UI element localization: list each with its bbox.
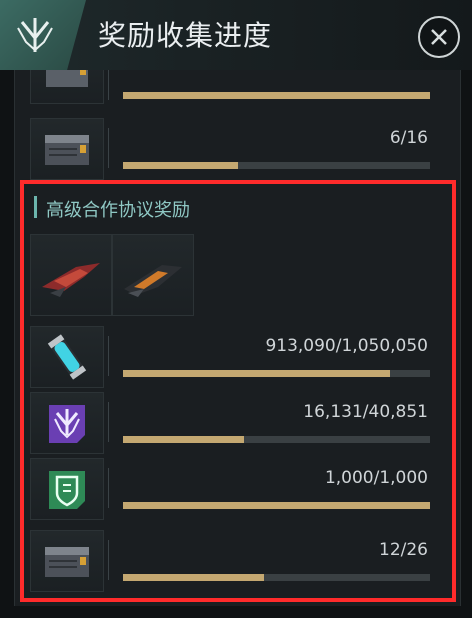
close-button[interactable] bbox=[418, 16, 460, 58]
progress-bar bbox=[123, 162, 430, 169]
progress-bar bbox=[123, 92, 430, 99]
crate-icon bbox=[30, 70, 104, 104]
faction-logo-icon bbox=[17, 18, 53, 52]
crate-icon bbox=[30, 118, 104, 180]
row-separator bbox=[108, 70, 109, 100]
progress-fill bbox=[123, 92, 430, 99]
progress-count: 6/16 bbox=[389, 128, 428, 148]
close-icon bbox=[431, 29, 447, 45]
progress-fill bbox=[123, 162, 239, 169]
highlight-frame bbox=[20, 180, 456, 602]
reward-row: 6/16 bbox=[30, 118, 440, 182]
row-separator bbox=[108, 128, 109, 168]
reward-row bbox=[30, 70, 440, 110]
header: 奖励收集进度 bbox=[0, 0, 472, 70]
page-title: 奖励收集进度 bbox=[98, 19, 273, 52]
